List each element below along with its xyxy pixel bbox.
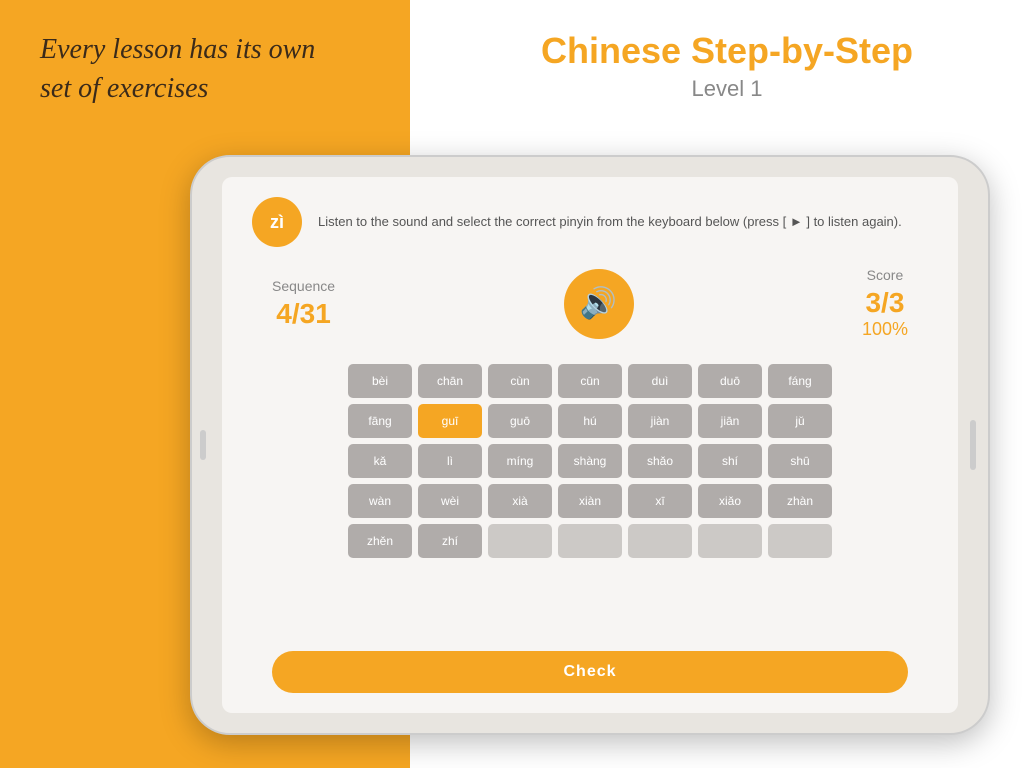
key-button[interactable]: fāng — [348, 404, 412, 438]
middle-row: Sequence 4/31 🔊 Score 3/3 100% — [252, 267, 928, 340]
key-button[interactable]: shí — [698, 444, 762, 478]
key-button — [698, 524, 762, 558]
key-button[interactable]: guī — [418, 404, 482, 438]
key-button[interactable]: lì — [418, 444, 482, 478]
key-button[interactable]: hú — [558, 404, 622, 438]
sequence-label: Sequence — [272, 278, 335, 294]
instruction-row: zì Listen to the sound and select the co… — [252, 197, 928, 247]
key-button[interactable]: duō — [698, 364, 762, 398]
key-button[interactable]: guō — [488, 404, 552, 438]
instruction-text: Listen to the sound and select the corre… — [318, 213, 902, 231]
pinyin-keyboard: bèichāncùncūnduìduōfángfāngguīguōhújiànj… — [252, 364, 928, 635]
key-button — [488, 524, 552, 558]
ipad-side-button — [200, 430, 206, 460]
app-title: Chinese Step-by-Step — [450, 30, 1004, 72]
key-button[interactable]: wèi — [418, 484, 482, 518]
sequence-value: 4/31 — [272, 298, 335, 330]
key-button[interactable]: bèi — [348, 364, 412, 398]
right-header: Chinese Step-by-Step Level 1 — [450, 30, 1004, 102]
screen-content: zì Listen to the sound and select the co… — [222, 177, 958, 713]
key-button[interactable]: xiàn — [558, 484, 622, 518]
keyboard-row-2: kǎlìmíngshàngshǎoshíshū — [348, 444, 832, 478]
ipad-right-button — [970, 420, 976, 470]
score-block: Score 3/3 100% — [862, 267, 908, 340]
left-panel-text: Every lesson has its own set of exercise… — [40, 30, 315, 108]
key-button[interactable]: cùn — [488, 364, 552, 398]
key-button[interactable]: shàng — [558, 444, 622, 478]
key-button[interactable]: xià — [488, 484, 552, 518]
key-button[interactable]: jiān — [698, 404, 762, 438]
key-button[interactable]: zhí — [418, 524, 482, 558]
key-button[interactable]: zhàn — [768, 484, 832, 518]
score-label: Score — [862, 267, 908, 283]
zi-circle: zì — [252, 197, 302, 247]
check-btn-container: Check — [252, 651, 928, 693]
key-button[interactable]: xī — [628, 484, 692, 518]
keyboard-row-4: zhěnzhí — [348, 524, 832, 558]
key-button[interactable]: jiàn — [628, 404, 692, 438]
key-button[interactable]: kǎ — [348, 444, 412, 478]
score-percent: 100% — [862, 319, 908, 340]
key-button[interactable]: míng — [488, 444, 552, 478]
speaker-button[interactable]: 🔊 — [564, 269, 634, 339]
keyboard-row-1: fāngguīguōhújiànjiānjǔ — [348, 404, 832, 438]
key-button[interactable]: fáng — [768, 364, 832, 398]
sequence-block: Sequence 4/31 — [272, 278, 335, 330]
key-button — [768, 524, 832, 558]
key-button — [628, 524, 692, 558]
key-button[interactable]: wàn — [348, 484, 412, 518]
key-button[interactable]: shū — [768, 444, 832, 478]
ipad-device: zì Listen to the sound and select the co… — [190, 155, 990, 735]
key-button[interactable]: chān — [418, 364, 482, 398]
app-subtitle: Level 1 — [450, 76, 1004, 102]
key-button[interactable]: zhěn — [348, 524, 412, 558]
score-value: 3/3 — [862, 287, 908, 319]
key-button[interactable]: jǔ — [768, 404, 832, 438]
key-button[interactable]: xiǎo — [698, 484, 762, 518]
keyboard-row-3: wànwèixiàxiànxīxiǎozhàn — [348, 484, 832, 518]
key-button[interactable]: duì — [628, 364, 692, 398]
key-button — [558, 524, 622, 558]
speaker-icon: 🔊 — [580, 286, 617, 321]
check-button[interactable]: Check — [272, 651, 908, 693]
keyboard-row-0: bèichāncùncūnduìduōfáng — [348, 364, 832, 398]
ipad-screen: zì Listen to the sound and select the co… — [222, 177, 958, 713]
key-button[interactable]: shǎo — [628, 444, 692, 478]
key-button[interactable]: cūn — [558, 364, 622, 398]
